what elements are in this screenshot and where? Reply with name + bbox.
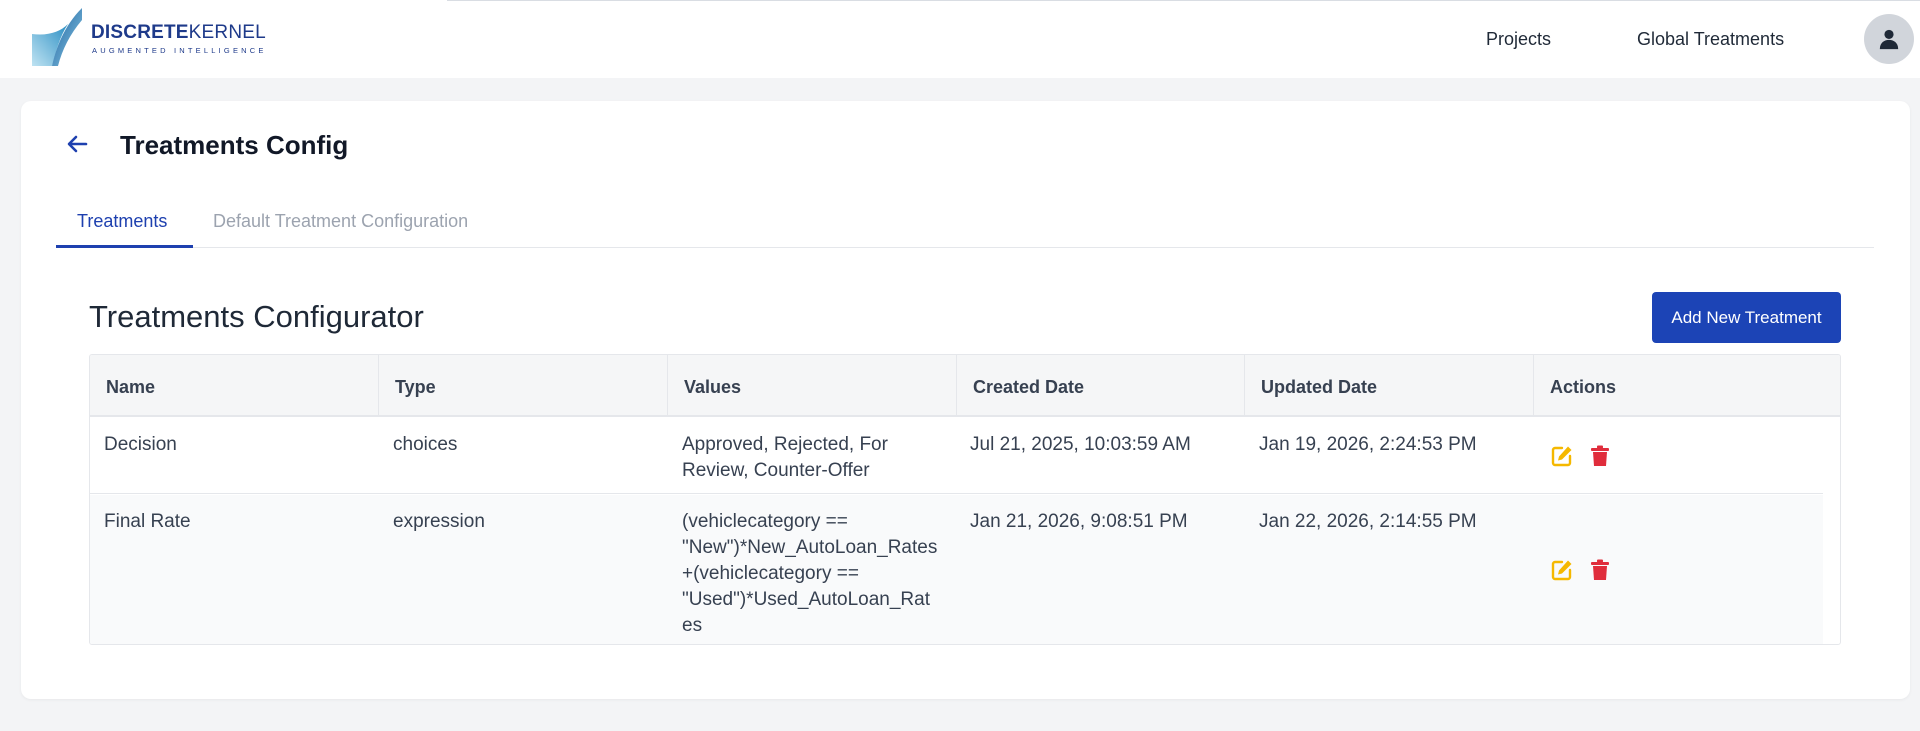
nav-global-treatments[interactable]: Global Treatments	[1637, 29, 1784, 50]
tab-default-treatment-configuration[interactable]: Default Treatment Configuration	[213, 211, 468, 232]
logo-mark-icon	[32, 8, 82, 66]
cell-name: Decision	[104, 434, 177, 455]
cell-values-line: Review, Counter-Offer	[682, 460, 870, 481]
cell-created-date: Jul 21, 2025, 10:03:59 AM	[970, 434, 1191, 455]
treatments-table: Name Type Values Created Date Updated Da…	[89, 354, 1841, 645]
user-avatar[interactable]	[1864, 14, 1914, 64]
add-new-treatment-button[interactable]: Add New Treatment	[1652, 292, 1841, 343]
nav-projects[interactable]: Projects	[1486, 29, 1551, 50]
cell-updated-date: Jan 19, 2026, 2:24:53 PM	[1259, 434, 1477, 455]
tab-treatments[interactable]: Treatments	[77, 211, 167, 232]
edit-icon	[1551, 446, 1572, 467]
column-header-values[interactable]: Values	[668, 355, 957, 417]
edit-button[interactable]	[1550, 444, 1574, 468]
cell-type: choices	[393, 434, 458, 455]
logo-wordmark: DISCRETEKERNEL	[91, 22, 266, 43]
column-header-type[interactable]: Type	[379, 355, 668, 417]
table-row: Final Rate expression (vehiclecategory =…	[90, 495, 1823, 644]
delete-button[interactable]	[1588, 444, 1612, 468]
logo-tagline: AUGMENTED INTELLIGENCE	[92, 46, 267, 55]
back-button[interactable]	[66, 133, 88, 160]
trash-icon	[1591, 559, 1609, 580]
arrow-left-icon	[67, 135, 88, 153]
cell-type: expression	[393, 511, 485, 532]
section-title: Treatments Configurator	[89, 299, 424, 334]
edit-button[interactable]	[1550, 558, 1574, 582]
table-header: Name Type Values Created Date Updated Da…	[90, 355, 1840, 417]
column-header-updated-date[interactable]: Updated Date	[1245, 355, 1534, 417]
top-navbar: DISCRETEKERNEL AUGMENTED INTELLIGENCE Pr…	[0, 0, 1920, 78]
cell-values: Approved, Rejected, For Review, Counter-…	[682, 432, 957, 484]
column-header-created-date[interactable]: Created Date	[957, 355, 1245, 417]
active-tab-indicator	[56, 245, 193, 248]
cell-values-line: (vehiclecategory ==	[682, 511, 848, 532]
cell-updated-date: Jan 22, 2026, 2:14:55 PM	[1259, 511, 1477, 532]
cell-values-line: es	[682, 615, 703, 636]
edit-icon	[1551, 560, 1572, 581]
cell-values-line: +(vehiclecategory ==	[682, 563, 859, 584]
top-divider	[447, 0, 1920, 1]
cell-values-line: "Used")*Used_AutoLoan_Rat	[682, 589, 930, 610]
tabs-divider	[56, 247, 1874, 248]
table-row: Decision choices Approved, Rejected, For…	[90, 418, 1823, 494]
trash-icon	[1591, 445, 1609, 466]
column-header-name[interactable]: Name	[90, 355, 379, 417]
cell-name: Final Rate	[104, 511, 191, 532]
column-header-actions: Actions	[1550, 377, 1617, 397]
logo[interactable]: DISCRETEKERNEL AUGMENTED INTELLIGENCE	[30, 6, 266, 68]
cell-values-line: "New")*New_AutoLoan_Rates	[682, 537, 938, 558]
cell-values-line: Approved, Rejected, For	[682, 434, 888, 455]
cell-created-date: Jan 21, 2026, 9:08:51 PM	[970, 511, 1188, 532]
user-icon	[1879, 29, 1899, 50]
page-title: Treatments Config	[120, 130, 349, 160]
delete-button[interactable]	[1588, 558, 1612, 582]
cell-values: (vehiclecategory == "New")*New_AutoLoan_…	[682, 509, 957, 639]
